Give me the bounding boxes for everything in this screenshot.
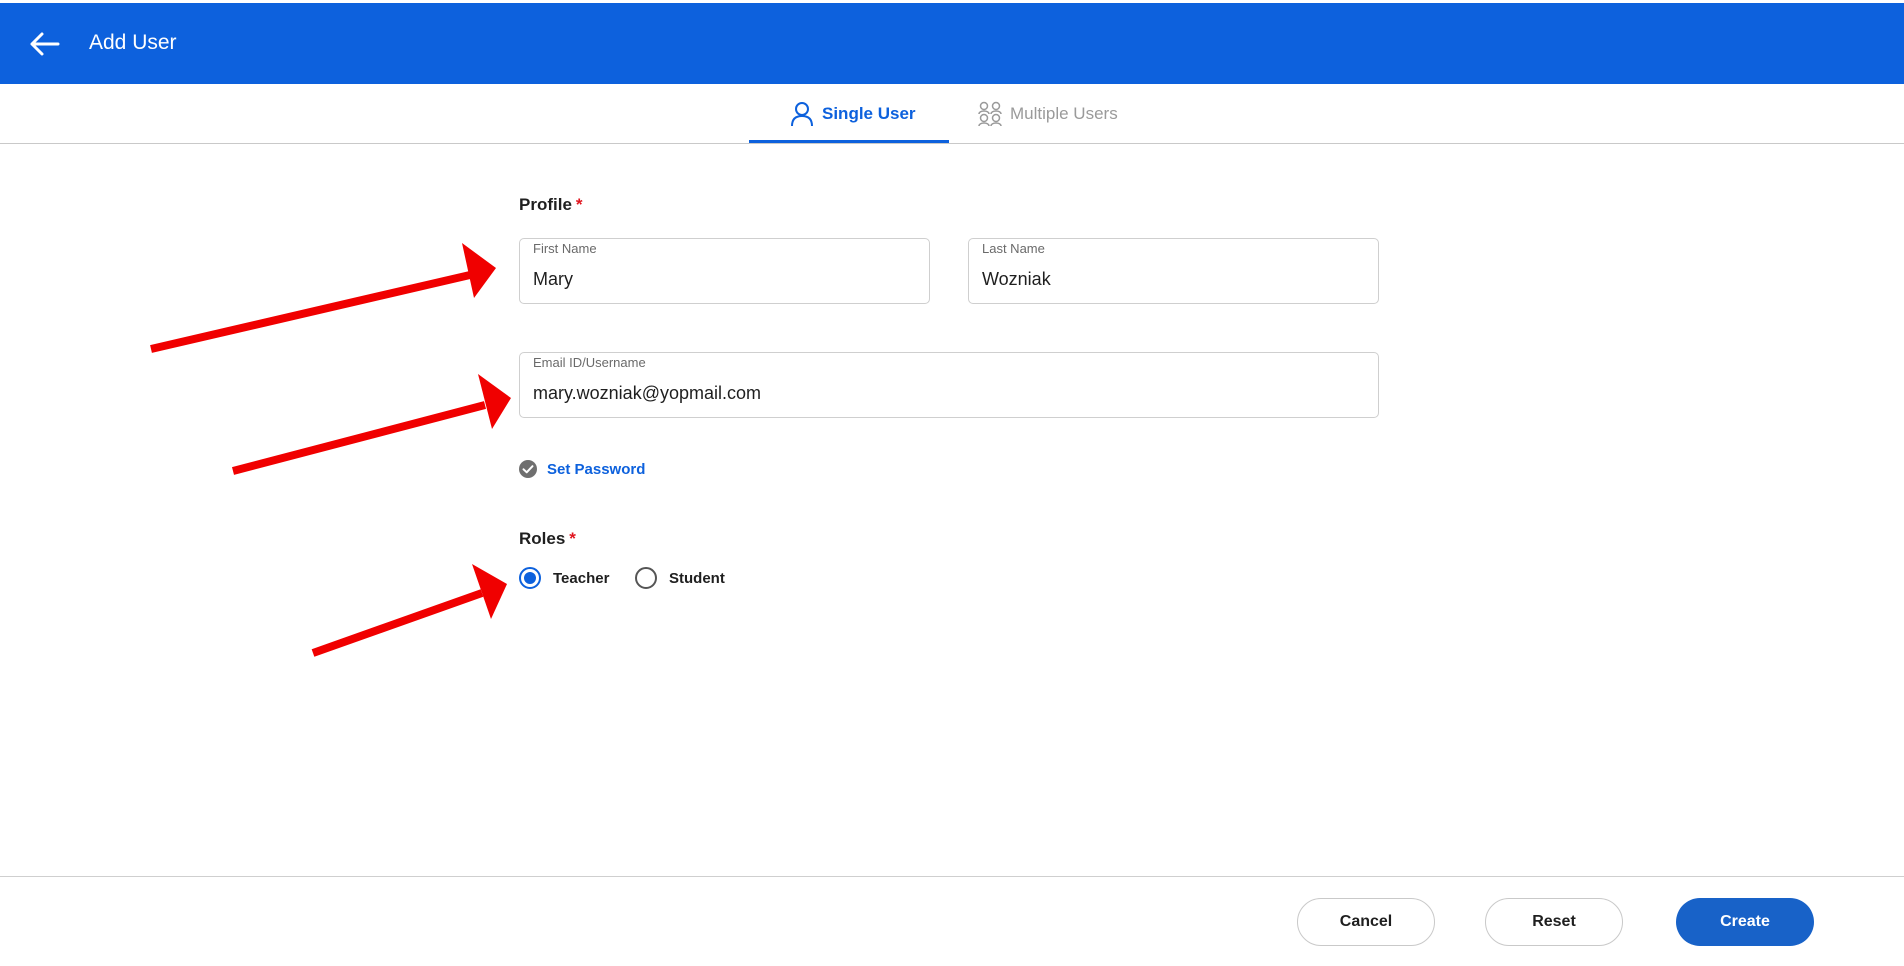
radio-unselected-icon[interactable]	[635, 567, 657, 589]
reset-button[interactable]: Reset	[1485, 898, 1623, 946]
annotation-arrow-teacher-role	[311, 564, 507, 657]
required-marker: *	[575, 195, 583, 214]
last-name-field[interactable]: Last Name	[968, 238, 1379, 304]
profile-label: Profile	[519, 195, 572, 214]
email-label: Email ID/Username	[533, 355, 646, 370]
set-password-link[interactable]: Set Password	[547, 461, 645, 478]
check-circle-icon	[519, 460, 537, 478]
tab-multiple-users[interactable]: Multiple Users	[978, 84, 1118, 143]
tab-bar: Single User Multiple Users	[0, 84, 1904, 144]
role-student-radio[interactable]: Student	[635, 567, 725, 589]
user-icon	[790, 101, 814, 127]
arrow-left-icon	[30, 32, 60, 56]
create-button[interactable]: Create	[1676, 898, 1814, 946]
first-name-field[interactable]: First Name	[519, 238, 930, 304]
annotation-arrow-first-name	[150, 243, 496, 353]
cancel-button[interactable]: Cancel	[1297, 898, 1435, 946]
first-name-input[interactable]	[533, 269, 912, 290]
users-icon	[978, 101, 1002, 127]
annotation-overlay	[150, 243, 511, 657]
email-input[interactable]	[533, 383, 1361, 404]
footer-divider	[0, 876, 1904, 877]
tab-single-user[interactable]: Single User	[790, 84, 916, 143]
back-button[interactable]	[24, 24, 64, 64]
role-teacher-radio[interactable]: Teacher	[519, 567, 609, 589]
roles-label: Roles	[519, 529, 566, 548]
roles-heading: Roles *	[519, 529, 576, 549]
last-name-label: Last Name	[982, 241, 1045, 256]
app-header: Add User	[0, 3, 1904, 84]
tab-single-user-label: Single User	[822, 103, 916, 123]
tab-multiple-users-label: Multiple Users	[1010, 103, 1118, 123]
profile-heading: Profile *	[519, 195, 583, 215]
set-password-toggle[interactable]: Set Password	[519, 460, 645, 478]
required-marker: *	[569, 529, 576, 548]
first-name-label: First Name	[533, 241, 597, 256]
email-field[interactable]: Email ID/Username	[519, 352, 1379, 418]
active-tab-indicator	[749, 140, 949, 143]
role-student-label: Student	[669, 569, 725, 587]
annotation-arrow-email	[231, 374, 511, 475]
last-name-input[interactable]	[982, 269, 1361, 290]
radio-selected-icon[interactable]	[519, 567, 541, 589]
page-title: Add User	[89, 31, 177, 54]
role-teacher-label: Teacher	[553, 569, 610, 587]
